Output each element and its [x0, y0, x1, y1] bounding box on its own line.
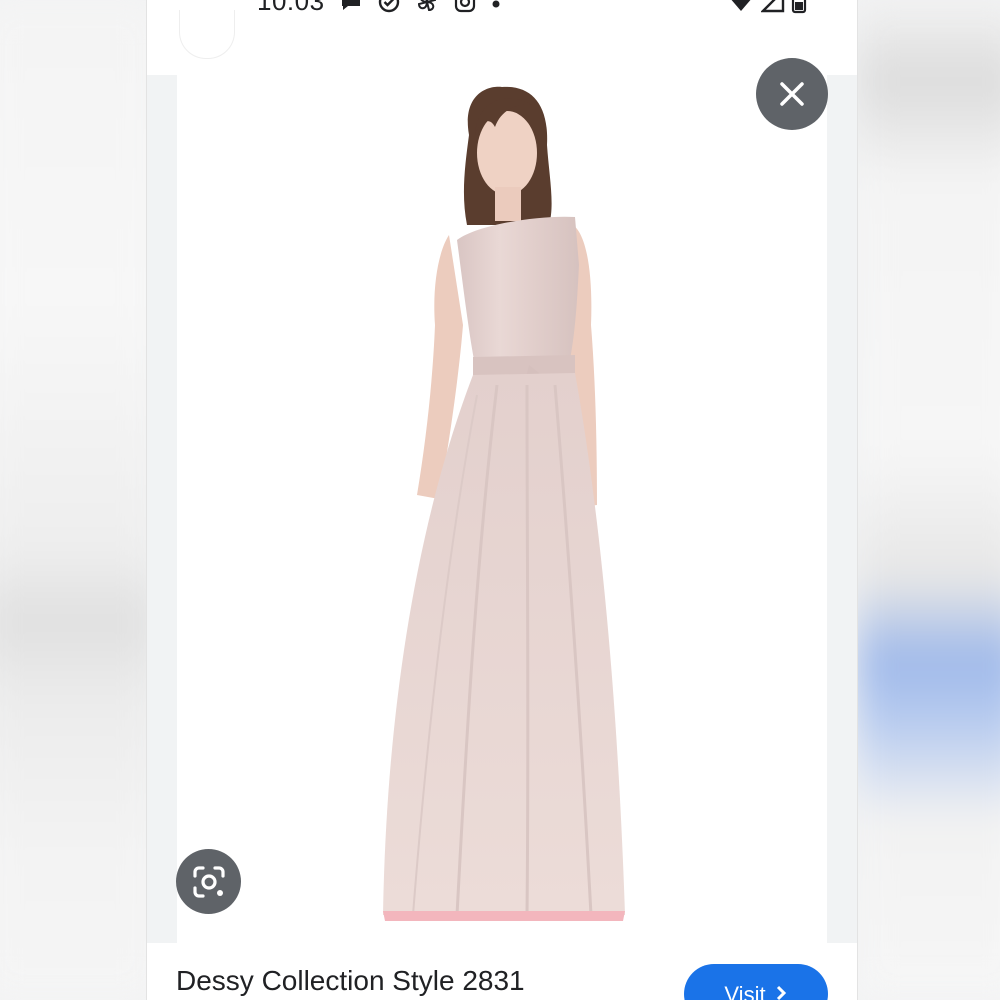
dress-model-illustration	[383, 86, 625, 921]
pinwheel-icon	[417, 0, 437, 12]
lens-icon	[192, 865, 225, 898]
blurred-background-right	[856, 0, 1000, 1000]
screen: 10:03 Dessy Collection Style 2831 Visit	[0, 0, 1000, 1000]
close-icon	[780, 82, 804, 106]
phone-screen: 10:03 Dessy Collection Style 2831 Visit	[146, 0, 858, 1000]
image-viewer	[147, 75, 857, 943]
status-time: 10:03	[257, 0, 325, 16]
signal-icon	[761, 0, 785, 13]
result-title[interactable]: Dessy Collection Style 2831	[176, 965, 525, 997]
lens-search-button[interactable]	[176, 849, 241, 914]
visit-button[interactable]: Visit	[684, 964, 828, 1000]
account-avatar[interactable]	[179, 10, 235, 59]
system-icons	[727, 0, 807, 14]
wifi-icon	[731, 0, 751, 11]
product-image[interactable]	[177, 75, 827, 943]
close-button[interactable]	[756, 58, 828, 130]
chat-bubble-icon	[342, 0, 360, 10]
dot-icon	[492, 0, 500, 8]
instagram-icon	[454, 0, 476, 13]
battery-icon	[791, 0, 807, 14]
check-circle-icon	[378, 0, 400, 13]
chevron-right-icon	[776, 985, 786, 1000]
blurred-background-left	[0, 0, 160, 1000]
status-bar: 10:03	[147, 0, 857, 20]
notification-icons	[339, 0, 501, 14]
visit-button-label: Visit	[724, 982, 766, 1000]
